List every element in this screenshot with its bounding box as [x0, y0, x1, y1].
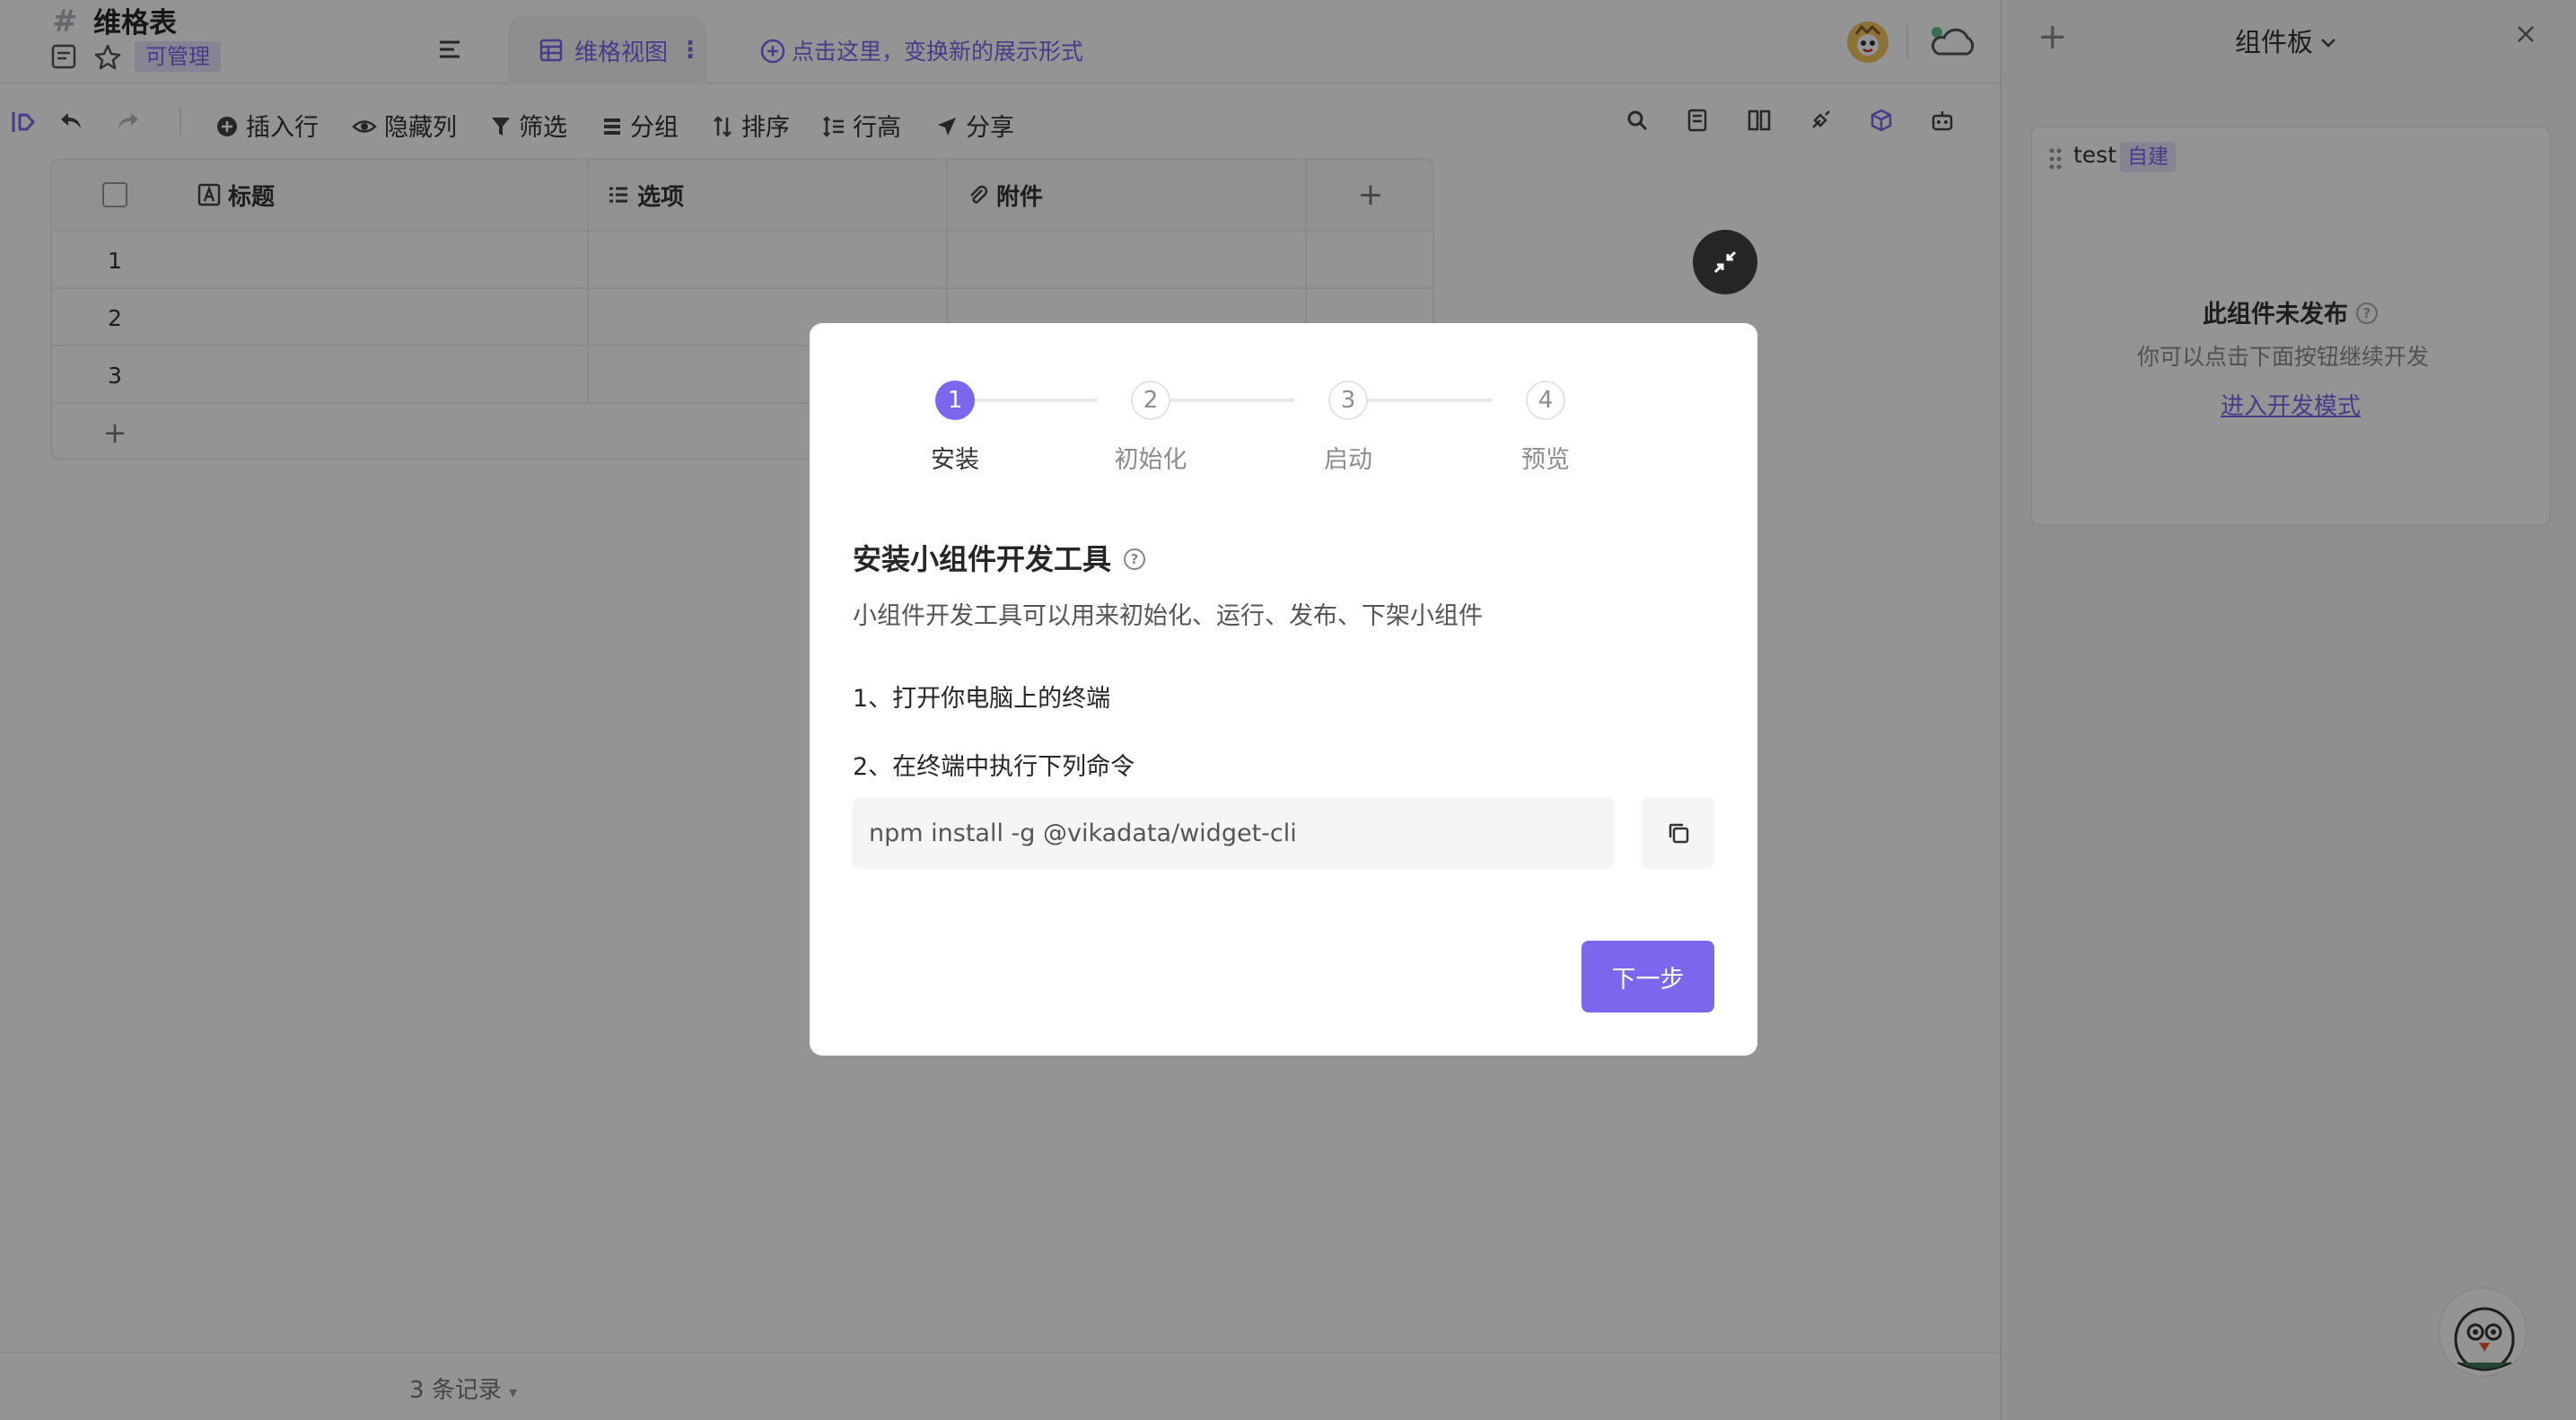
step-3-label: 启动 — [1324, 446, 1372, 474]
step-4-label: 预览 — [1521, 446, 1570, 474]
step-3-dot: 3 — [1328, 381, 1368, 420]
instruction-step-1: 1、打开你电脑上的终端 — [853, 685, 1111, 713]
install-command-field[interactable]: npm install -g @vikadata/widget-cli — [853, 797, 1614, 869]
modal-title: 安装小组件开发工具 ? — [853, 537, 1147, 578]
svg-text:?: ? — [1131, 551, 1139, 567]
help-icon[interactable]: ? — [1122, 540, 1147, 574]
next-step-button[interactable]: 下一步 — [1582, 941, 1714, 1012]
step-2-label: 初始化 — [1114, 446, 1187, 474]
copy-command-button[interactable] — [1643, 797, 1714, 869]
copy-icon — [1665, 820, 1692, 846]
modal-title-label: 安装小组件开发工具 — [853, 542, 1112, 576]
collapse-icon[interactable] — [1693, 230, 1757, 294]
step-2-dot: 2 — [1131, 381, 1170, 420]
step-1-label: 安装 — [931, 446, 979, 474]
modal-description: 小组件开发工具可以用来初始化、运行、发布、下架小组件 — [853, 602, 1483, 630]
step-4-dot: 4 — [1526, 381, 1565, 420]
instruction-step-2: 2、在终端中执行下列命令 — [853, 753, 1135, 781]
widget-dev-modal: 1 2 3 4 安装 初始化 启动 预览 安装小组件开发工具 ? 小组件开发工具… — [810, 323, 1757, 1056]
step-1-dot: 1 — [935, 381, 975, 420]
